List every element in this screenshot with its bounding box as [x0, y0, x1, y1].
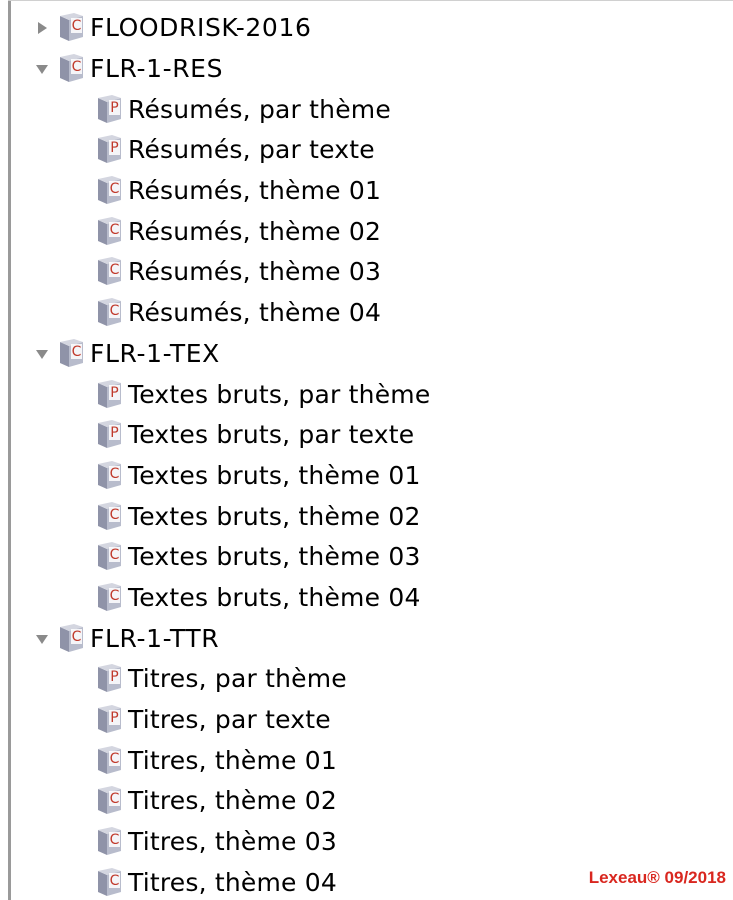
class-c-icon: C: [96, 745, 124, 776]
svg-text:C: C: [110, 303, 120, 319]
tree-item-row[interactable]: C Résumés, thème 04: [0, 293, 430, 334]
disclosure-triangle-right-icon[interactable]: [34, 20, 50, 36]
tree: C FLOODRISK-2016 C FLR-1-RES P Résumés, par t…: [0, 8, 430, 900]
class-p-icon: P: [96, 705, 124, 735]
disclosure-triangle-down-icon[interactable]: [34, 346, 50, 362]
tree-item-row[interactable]: P Titres, par texte: [0, 700, 430, 741]
svg-text:C: C: [110, 791, 120, 807]
svg-text:C: C: [110, 547, 120, 563]
class-p-icon: P: [96, 379, 124, 410]
tree-item-label: Textes bruts, thème 01: [128, 460, 421, 490]
disclosure-triangle-down-icon[interactable]: [34, 61, 50, 77]
class-c-icon: C: [96, 867, 124, 898]
tree-item-label: Titres, par texte: [128, 705, 331, 735]
tree-item-label: Résumés, par thème: [128, 94, 391, 124]
tree-item-label: Titres, thème 03: [128, 827, 337, 857]
tree-item-row[interactable]: C Titres, thème 04: [0, 862, 430, 900]
svg-text:P: P: [110, 710, 118, 726]
svg-text:P: P: [110, 669, 118, 685]
tree-item-label: Résumés, thème 01: [128, 176, 382, 206]
class-c-icon: C: [96, 176, 124, 206]
tree-group-label: FLR-1-TTR: [90, 623, 220, 653]
tree-item-row[interactable]: P Textes bruts, par thème: [0, 374, 430, 415]
svg-text:P: P: [110, 385, 118, 401]
class-c-icon: C: [96, 501, 124, 532]
tree-group-label: FLOODRISK-2016: [90, 13, 312, 43]
svg-text:P: P: [110, 100, 118, 116]
tree-item-row[interactable]: P Résumés, par thème: [0, 89, 430, 130]
tree-item-label: Titres, thème 02: [128, 786, 337, 816]
tree-item-row[interactable]: C Textes bruts, thème 04: [0, 578, 430, 619]
svg-text:C: C: [72, 629, 82, 645]
class-c-icon: C: [96, 460, 124, 491]
tree-item-label: Textes bruts, par thème: [128, 379, 431, 409]
svg-text:C: C: [72, 18, 82, 34]
svg-text:C: C: [110, 588, 120, 604]
disclosure-triangle-down-icon[interactable]: [34, 631, 50, 647]
svg-text:C: C: [110, 751, 120, 767]
class-c-icon: C: [96, 216, 124, 247]
tree-item-row[interactable]: C Titres, thème 03: [0, 822, 430, 863]
tree-item-row[interactable]: C Textes bruts, thème 02: [0, 496, 430, 537]
tree-item-label: Textes bruts, thème 02: [128, 501, 421, 531]
class-c-icon: C: [58, 338, 86, 369]
tree-group-row[interactable]: C FLR-1-TEX: [0, 334, 430, 375]
tree-item-label: Titres, thème 04: [128, 867, 337, 897]
svg-text:C: C: [110, 832, 120, 848]
top-border: [8, 0, 733, 1]
tree-group-label: FLR-1-TEX: [90, 338, 220, 368]
tree-item-row[interactable]: C Résumés, thème 01: [0, 171, 430, 212]
class-c-icon: C: [96, 257, 124, 287]
tree-item-label: Résumés, thème 03: [128, 257, 382, 287]
tree-item-row[interactable]: C Textes bruts, thème 01: [0, 456, 430, 497]
tree-item-label: Titres, par thème: [128, 664, 347, 694]
tree-item-row[interactable]: C Titres, thème 02: [0, 781, 430, 822]
tree-item-row[interactable]: P Titres, par thème: [0, 659, 430, 700]
tree-item-label: Textes bruts, thème 03: [128, 542, 421, 572]
class-p-icon: P: [96, 135, 124, 165]
svg-text:P: P: [110, 140, 118, 156]
class-c-icon: C: [96, 786, 124, 816]
class-p-icon: P: [96, 420, 124, 450]
tree-group-row[interactable]: C FLR-1-TTR: [0, 618, 430, 659]
tree-group-row[interactable]: C FLR-1-RES: [0, 49, 430, 90]
tree-item-row[interactable]: C Résumés, thème 02: [0, 211, 430, 252]
class-c-icon: C: [96, 542, 124, 572]
class-c-icon: C: [58, 623, 86, 654]
tree-item-label: Résumés, thème 02: [128, 216, 382, 246]
class-p-icon: P: [96, 94, 124, 125]
class-c-icon: C: [96, 298, 124, 328]
tree-item-label: Titres, thème 01: [128, 745, 337, 775]
svg-text:C: C: [72, 59, 82, 75]
svg-text:P: P: [110, 425, 118, 441]
tree-item-row[interactable]: P Résumés, par texte: [0, 130, 430, 171]
tree-item-row[interactable]: C Titres, thème 01: [0, 740, 430, 781]
svg-text:C: C: [110, 507, 120, 523]
svg-text:C: C: [110, 262, 120, 278]
class-c-icon: C: [96, 582, 124, 613]
tree-group-row[interactable]: C FLOODRISK-2016: [0, 8, 430, 49]
outline-view: C FLOODRISK-2016 C FLR-1-RES P Résumés, par t…: [0, 0, 733, 900]
tree-item-label: Résumés, par texte: [128, 135, 375, 165]
tree-item-label: Résumés, thème 04: [128, 298, 382, 328]
class-c-icon: C: [96, 827, 124, 857]
class-c-icon: C: [58, 13, 86, 43]
svg-text:C: C: [110, 181, 120, 197]
tree-item-label: Textes bruts, thème 04: [128, 582, 421, 612]
tree-item-row[interactable]: C Textes bruts, thème 03: [0, 537, 430, 578]
svg-text:C: C: [72, 344, 82, 360]
tree-item-row[interactable]: P Textes bruts, par texte: [0, 415, 430, 456]
watermark: Lexeau® 09/2018: [588, 868, 726, 887]
class-c-icon: C: [58, 54, 86, 84]
tree-item-label: Textes bruts, par texte: [128, 420, 415, 450]
svg-text:C: C: [110, 873, 120, 889]
class-p-icon: P: [96, 664, 124, 694]
svg-text:C: C: [110, 466, 120, 482]
svg-text:C: C: [110, 222, 120, 238]
tree-item-row[interactable]: C Résumés, thème 03: [0, 252, 430, 293]
tree-group-label: FLR-1-RES: [90, 54, 224, 84]
